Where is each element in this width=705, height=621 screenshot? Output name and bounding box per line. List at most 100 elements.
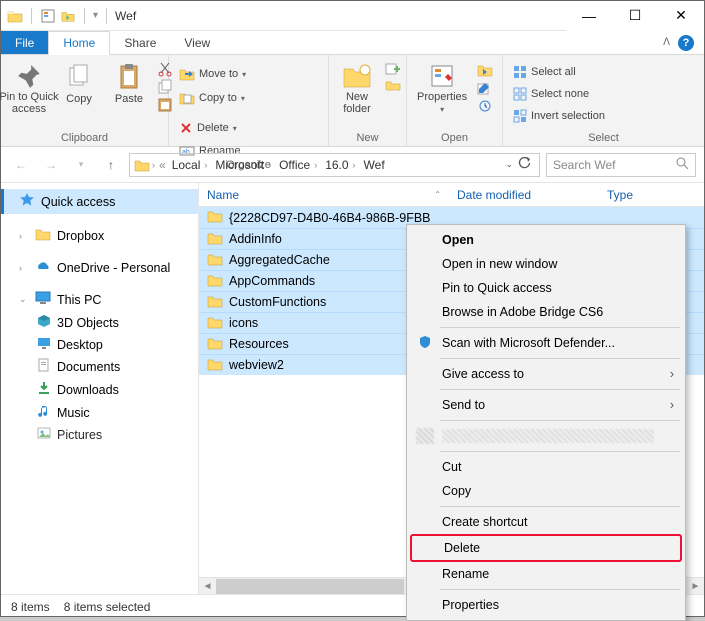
- nav-music[interactable]: Music: [1, 401, 198, 424]
- select-none-label: Select none: [531, 88, 589, 100]
- col-name[interactable]: Name⌃: [199, 188, 449, 202]
- refresh-button[interactable]: [517, 156, 531, 173]
- crumb-office[interactable]: Office›: [275, 158, 321, 172]
- desktop-icon: [37, 337, 51, 352]
- explorer-window: ▾ Wef — ☐ ✕ File Home Share View ᐱ ? Pin…: [0, 0, 705, 617]
- ctx-rename[interactable]: Rename: [410, 562, 682, 586]
- crumb-16[interactable]: 16.0›: [321, 158, 359, 172]
- folder-icon: [207, 357, 223, 374]
- pictures-icon: [37, 427, 51, 442]
- edit-icon[interactable]: [477, 81, 493, 95]
- tab-home[interactable]: Home: [48, 31, 110, 55]
- expand-icon[interactable]: ⌄: [19, 294, 29, 305]
- col-date[interactable]: Date modified: [449, 188, 599, 202]
- nav-documents-label: Documents: [57, 360, 120, 374]
- new-item-icon[interactable]: [385, 63, 401, 75]
- col-type[interactable]: Type: [599, 188, 641, 202]
- ctx-properties[interactable]: Properties: [410, 593, 682, 617]
- search-input[interactable]: Search Wef: [546, 153, 696, 177]
- ctx-pin[interactable]: Pin to Quick access: [410, 276, 682, 300]
- history-icon[interactable]: [477, 99, 493, 113]
- up-button[interactable]: ↑: [99, 153, 123, 177]
- open-icon[interactable]: [477, 63, 493, 77]
- paste-icon: [117, 63, 141, 91]
- nav-music-label: Music: [57, 406, 90, 420]
- expand-icon[interactable]: ›: [19, 231, 29, 241]
- copy-icon: [67, 63, 91, 91]
- chevron-down-icon: ▾: [241, 94, 245, 103]
- nav-desktop[interactable]: Desktop: [1, 334, 198, 355]
- music-icon: [37, 404, 51, 421]
- nav-thispc-label: This PC: [57, 293, 101, 307]
- ctx-give-access[interactable]: Give access to›: [410, 362, 682, 386]
- ctx-delete[interactable]: Delete: [410, 534, 682, 562]
- tab-file[interactable]: File: [1, 31, 48, 54]
- shield-icon: [416, 335, 434, 352]
- help-icon[interactable]: ?: [678, 35, 694, 51]
- copy-button[interactable]: Copy: [57, 59, 101, 105]
- crumb-microsoft[interactable]: Microsoft›: [211, 158, 275, 172]
- nav-3d[interactable]: 3D Objects: [1, 311, 198, 334]
- ctx-open[interactable]: Open: [410, 228, 682, 252]
- ctx-redacted[interactable]: [410, 424, 682, 448]
- qat-properties-icon[interactable]: [40, 8, 56, 24]
- ctx-open-new[interactable]: Open in new window: [410, 252, 682, 276]
- select-all-button[interactable]: Select all: [509, 63, 609, 81]
- back-button[interactable]: ←: [9, 153, 33, 177]
- delete-button[interactable]: Delete ▾: [175, 119, 245, 137]
- nav-downloads[interactable]: Downloads: [1, 378, 198, 401]
- crumb-wef[interactable]: Wef: [360, 158, 389, 172]
- move-to-button[interactable]: Move to ▾: [175, 65, 250, 83]
- chevron-down-icon: ▾: [440, 105, 444, 114]
- qat-open-icon[interactable]: [60, 8, 76, 24]
- pin-icon: [16, 63, 42, 89]
- tab-share[interactable]: Share: [110, 31, 170, 54]
- collapse-ribbon-icon[interactable]: ᐱ: [663, 37, 670, 48]
- properties-button[interactable]: Properties ▾: [413, 59, 471, 114]
- group-new-label: New: [335, 132, 400, 146]
- redacted-icon: [416, 428, 434, 444]
- paste-button[interactable]: Paste: [107, 59, 151, 105]
- qat-dropdown-icon[interactable]: ▾: [93, 10, 98, 21]
- move-to-label: Move to: [199, 68, 238, 80]
- ctx-separator: [440, 358, 680, 359]
- nav-quick-access[interactable]: Quick access: [1, 189, 198, 214]
- minimize-button[interactable]: —: [566, 1, 612, 31]
- nav-pictures[interactable]: Pictures: [1, 424, 198, 445]
- ctx-bridge[interactable]: Browse in Adobe Bridge CS6: [410, 300, 682, 324]
- ctx-send-to[interactable]: Send to›: [410, 393, 682, 417]
- new-folder-label: New folder: [343, 91, 371, 115]
- nav-thispc[interactable]: ⌄ This PC: [1, 288, 198, 311]
- forward-button[interactable]: →: [39, 153, 63, 177]
- ctx-defender[interactable]: Scan with Microsoft Defender...: [410, 331, 682, 355]
- paste-label: Paste: [115, 93, 143, 105]
- nav-dropbox[interactable]: › Dropbox: [1, 224, 198, 247]
- pin-quick-access-button[interactable]: Pin to Quick access: [7, 59, 51, 115]
- new-folder-button[interactable]: New folder: [335, 59, 379, 115]
- context-menu: Open Open in new window Pin to Quick acc…: [406, 224, 686, 621]
- close-button[interactable]: ✕: [658, 1, 704, 31]
- invert-selection-icon: [513, 109, 527, 123]
- ctx-shortcut[interactable]: Create shortcut: [410, 510, 682, 534]
- copy-to-button[interactable]: Copy to ▾: [175, 89, 250, 107]
- nav-onedrive[interactable]: › OneDrive - Personal: [1, 257, 198, 278]
- submenu-arrow-icon: ›: [670, 398, 674, 412]
- folder-icon: [207, 315, 223, 332]
- easy-access-icon[interactable]: [385, 79, 401, 91]
- recent-dropdown[interactable]: ▾: [69, 153, 93, 177]
- new-folder-icon: [342, 63, 372, 89]
- invert-selection-button[interactable]: Invert selection: [509, 107, 609, 125]
- ctx-separator: [440, 327, 680, 328]
- address-dropdown-icon[interactable]: ⌄: [505, 159, 513, 170]
- properties-label: Properties: [417, 91, 467, 103]
- crumb-local[interactable]: Local›: [168, 158, 212, 172]
- maximize-button[interactable]: ☐: [612, 1, 658, 31]
- expand-icon[interactable]: ›: [19, 263, 29, 273]
- address-bar[interactable]: › « Local› Microsoft› Office› 16.0› Wef …: [129, 153, 540, 177]
- onedrive-icon: [35, 260, 51, 275]
- ctx-cut[interactable]: Cut: [410, 455, 682, 479]
- nav-documents[interactable]: Documents: [1, 355, 198, 378]
- ctx-copy[interactable]: Copy: [410, 479, 682, 503]
- select-none-button[interactable]: Select none: [509, 85, 609, 103]
- tab-view[interactable]: View: [170, 31, 224, 54]
